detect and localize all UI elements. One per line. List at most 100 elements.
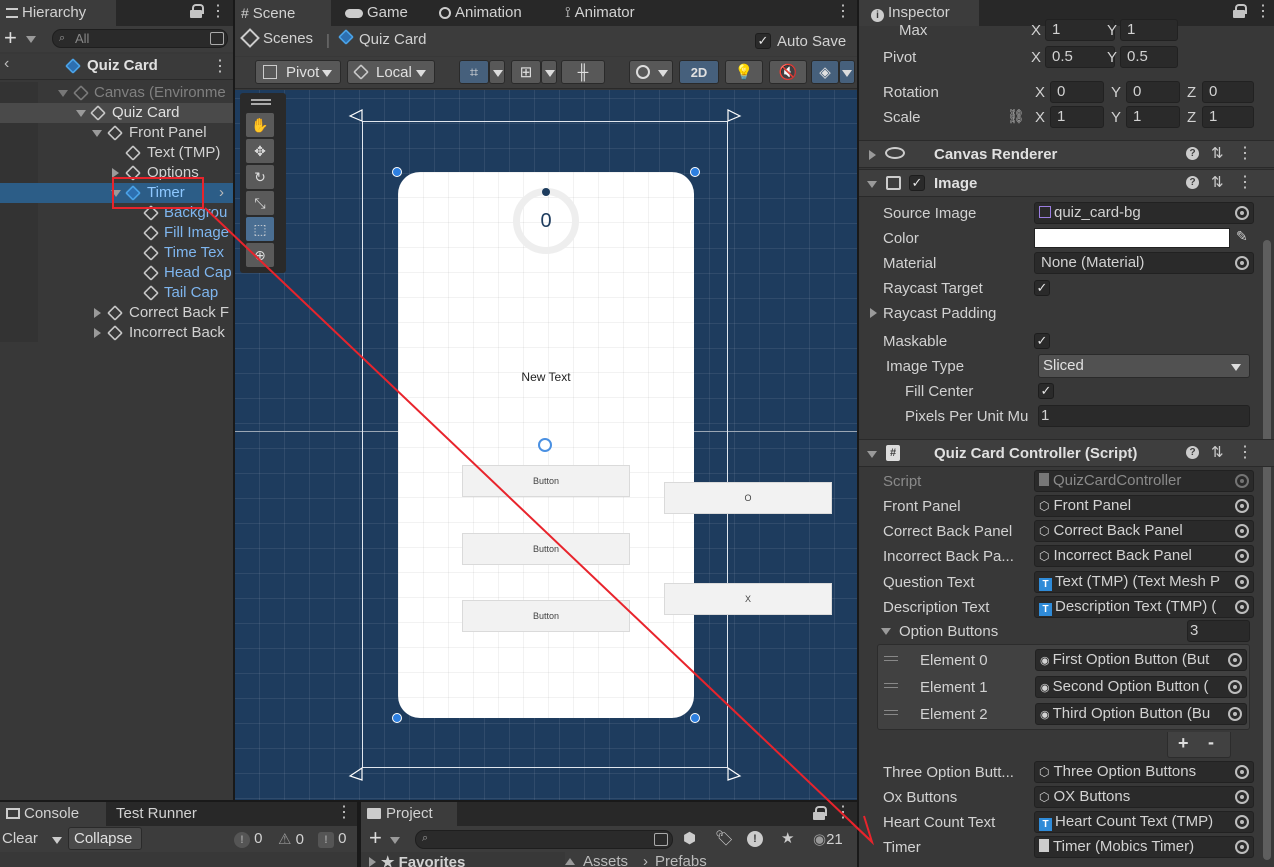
expand-arrow-icon[interactable] — [869, 150, 876, 160]
object-picker-icon[interactable] — [1235, 790, 1249, 804]
log-count-toggle[interactable]: ! 0 — [318, 830, 347, 848]
tree-item-incorrect-back[interactable]: Incorrect Back — [0, 323, 233, 343]
timer-field[interactable]: Timer (Mobics Timer) — [1034, 836, 1254, 858]
object-picker-icon[interactable] — [1235, 840, 1249, 854]
component-menu-icon[interactable]: ⋮ — [1237, 173, 1253, 193]
mode-2d-toggle[interactable]: 2D — [679, 60, 719, 84]
heart-count-text-field[interactable]: T Heart Count Text (TMP) — [1034, 811, 1254, 833]
hierarchy-search-box[interactable]: ⌕ All — [52, 29, 228, 48]
component-menu-icon[interactable]: ⋮ — [1237, 443, 1253, 463]
ruler-toggle[interactable]: ╫ — [561, 60, 605, 84]
incorrect-back-panel-field[interactable]: ⬡ Incorrect Back Panel — [1034, 545, 1254, 567]
expand-arrow-icon[interactable] — [870, 308, 877, 318]
help-icon[interactable]: ? — [1186, 446, 1199, 459]
hierarchy-menu-icon[interactable]: ⋮ — [210, 2, 226, 22]
object-picker-icon[interactable] — [1228, 707, 1242, 721]
scene-viewport[interactable]: 0 New Text Button Button Button O X ✋ ✥ … — [235, 90, 857, 800]
scale-x-field[interactable]: 1 — [1050, 106, 1104, 128]
tree-item-time-text[interactable]: Time Tex — [0, 243, 233, 263]
rotation-x-field[interactable]: 0 — [1050, 81, 1104, 103]
front-panel-field[interactable]: ⬡ Front Panel — [1034, 495, 1254, 517]
transform-tool-icon[interactable]: ⊕ — [246, 243, 274, 267]
shading-mode-dropdown[interactable] — [629, 60, 673, 84]
raycast-target-checkbox[interactable]: ✓ — [1034, 280, 1050, 296]
lock-icon[interactable] — [813, 806, 827, 820]
scale-y-field[interactable]: 1 — [1126, 106, 1180, 128]
scenes-link[interactable]: Scenes — [240, 28, 313, 48]
chevron-down-icon[interactable] — [390, 837, 400, 844]
project-menu-icon[interactable]: ⋮ — [835, 803, 851, 823]
clear-dropdown-icon[interactable] — [52, 837, 62, 844]
hand-tool-icon[interactable]: ✋ — [246, 113, 274, 137]
canvas-renderer-header[interactable]: Canvas Renderer ? ⇅ ⋮ — [859, 140, 1274, 168]
tree-item-fill-image[interactable]: Fill Image — [0, 223, 233, 243]
tab-animator[interactable]: ⟟ Animator — [559, 0, 635, 26]
chevron-down-icon[interactable] — [26, 36, 36, 43]
expand-arrow-icon[interactable] — [94, 308, 101, 318]
rotate-tool-icon[interactable]: ↻ — [246, 165, 274, 189]
label-filter-icon[interactable]: 🏷 — [715, 829, 734, 847]
help-icon[interactable]: ? — [1186, 147, 1199, 160]
inspector-scrollbar[interactable] — [1263, 240, 1271, 860]
tab-test-runner[interactable]: Test Runner — [110, 802, 197, 826]
tree-item-head-cap[interactable]: Head Cap — [0, 263, 233, 283]
object-picker-icon[interactable] — [1228, 653, 1242, 667]
fill-center-checkbox[interactable]: ✓ — [1038, 383, 1054, 399]
question-text-field[interactable]: T Text (TMP) (Text Mesh P — [1034, 571, 1254, 593]
image-type-dropdown[interactable]: Sliced — [1038, 354, 1250, 378]
clear-button[interactable]: Clear — [2, 830, 38, 847]
description-text-field[interactable]: T Description Text (TMP) ( — [1034, 596, 1254, 618]
help-icon[interactable]: ? — [1186, 176, 1199, 189]
lock-icon[interactable] — [190, 4, 204, 18]
source-image-field[interactable]: quiz_card-bg — [1034, 202, 1254, 224]
hidden-packages-toggle[interactable]: ◉21 — [813, 830, 843, 848]
preset-icon[interactable]: ⇅ — [1211, 173, 1224, 191]
option-buttons-label[interactable]: Option Buttons — [899, 622, 998, 642]
image-enabled-checkbox[interactable]: ✓ — [909, 175, 925, 191]
ox-buttons-field[interactable]: ⬡ OX Buttons — [1034, 786, 1254, 808]
lighting-toggle[interactable]: 💡 — [725, 60, 763, 84]
rect-tool-icon[interactable]: ⬚ — [246, 217, 274, 241]
rotation-z-field[interactable]: 0 — [1202, 81, 1254, 103]
element-0-field[interactable]: ◉ First Option Button (But — [1035, 649, 1247, 671]
pivot-y-field[interactable]: 0.5 — [1120, 46, 1178, 68]
link-icon[interactable]: ⛓ — [1007, 108, 1025, 125]
warning-count-toggle[interactable]: ⚠ 0 — [278, 830, 304, 848]
max-x-field[interactable]: 1 — [1045, 19, 1115, 41]
object-picker-icon[interactable] — [1235, 600, 1249, 614]
color-swatch[interactable] — [1034, 228, 1230, 248]
object-picker-icon[interactable] — [1235, 549, 1249, 563]
ppu-field[interactable]: 1 — [1038, 405, 1250, 427]
expand-arrow-icon[interactable] — [881, 628, 891, 635]
tree-item-front-panel[interactable]: Front Panel — [0, 123, 233, 143]
drag-handle-icon[interactable] — [884, 683, 898, 688]
expand-arrow-icon[interactable] — [92, 130, 102, 137]
expand-arrow-icon[interactable] — [867, 181, 877, 188]
scale-z-field[interactable]: 1 — [1202, 106, 1254, 128]
pivot-dropdown[interactable]: Pivot — [255, 60, 341, 84]
eyedropper-icon[interactable]: ✎ — [1236, 228, 1248, 245]
grid-snap-dropdown[interactable] — [489, 60, 505, 84]
material-field[interactable]: None (Material) — [1034, 252, 1254, 274]
maskable-checkbox[interactable]: ✓ — [1034, 333, 1050, 349]
preset-icon[interactable]: ⇅ — [1211, 443, 1224, 461]
object-picker-icon[interactable] — [1235, 524, 1249, 538]
tab-animation[interactable]: Animation — [433, 0, 522, 26]
drag-handle-icon[interactable] — [884, 656, 898, 661]
prefab-menu-icon[interactable]: ⋮ — [212, 57, 228, 77]
tree-item-quiz-card[interactable]: Quiz Card — [0, 103, 233, 123]
object-picker-icon[interactable] — [1228, 680, 1242, 694]
local-dropdown[interactable]: Local — [347, 60, 435, 84]
tab-project[interactable]: Project — [361, 802, 457, 826]
lock-icon[interactable] — [1233, 4, 1247, 18]
tree-item-correct-back[interactable]: Correct Back F — [0, 303, 233, 323]
search-filter-icon[interactable] — [210, 32, 224, 45]
add-element-button[interactable]: + — [1178, 733, 1189, 754]
back-chevron-icon[interactable]: ‹ — [4, 55, 9, 73]
correct-back-panel-field[interactable]: ⬡ Correct Back Panel — [1034, 520, 1254, 542]
tab-console[interactable]: Console — [0, 802, 106, 826]
path-prefabs[interactable]: Prefabs — [655, 853, 707, 867]
expand-arrow-icon[interactable] — [76, 110, 86, 117]
tree-item-tail-cap[interactable]: Tail Cap — [0, 283, 233, 303]
tab-game[interactable]: Game — [339, 0, 408, 26]
